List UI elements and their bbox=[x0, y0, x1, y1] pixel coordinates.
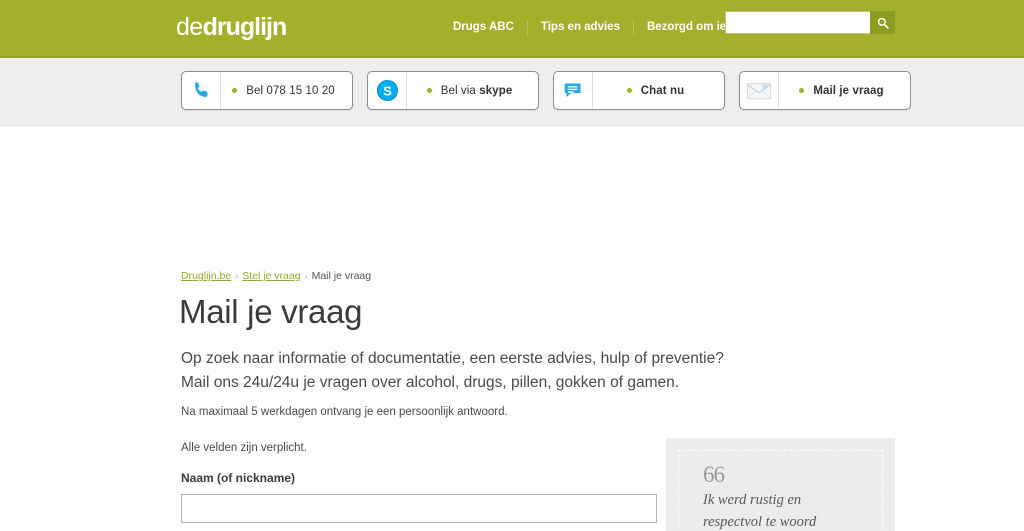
breadcrumb: Druglijn.be › Stel je vraag › Mail je vraag bbox=[181, 270, 371, 282]
logo-prefix: de bbox=[176, 13, 203, 41]
nav-item-tips-en-advies[interactable]: Tips en advies bbox=[528, 19, 633, 35]
mail-question-form: Naam (of nickname) E-mailadres Je anonim… bbox=[181, 471, 657, 531]
field-spacer bbox=[181, 523, 657, 531]
site-logo[interactable]: dedruglijn bbox=[176, 12, 288, 42]
testimonial-box: 66 Ik werd rustig en respectvol te woord… bbox=[666, 438, 895, 531]
contact-button-chat[interactable]: Chat nu bbox=[553, 71, 725, 110]
contact-button-mail[interactable]: Mail je vraag bbox=[739, 71, 911, 110]
contact-button-skype[interactable]: S Bel via skype bbox=[367, 71, 539, 110]
nav-item-drugs-abc[interactable]: Drugs ABC bbox=[440, 19, 527, 35]
contact-label-cell: Chat nu bbox=[593, 85, 724, 97]
phone-icon bbox=[194, 82, 207, 97]
bullet-dot-icon bbox=[799, 88, 805, 93]
bullet-dot-icon bbox=[232, 88, 238, 93]
bullet-dot-icon bbox=[426, 88, 432, 93]
testimonial-text: Ik werd rustig en respectvol te woord ge… bbox=[703, 492, 817, 530]
breadcrumb-item-current: Mail je vraag bbox=[311, 270, 372, 282]
breadcrumb-separator: › bbox=[235, 271, 239, 281]
quote-open-icon: 66 bbox=[703, 462, 725, 487]
chat-icon bbox=[564, 83, 580, 98]
bullet-dot-icon bbox=[626, 88, 632, 93]
envelope-icon bbox=[746, 82, 772, 99]
contact-label-bold: skype bbox=[479, 84, 513, 97]
contact-label-plain: Bel via bbox=[440, 84, 480, 97]
intro-paragraph: Op zoek naar informatie of documentatie,… bbox=[181, 347, 741, 395]
intro-line-2: Mail ons 24u/24u je vragen over alcohol,… bbox=[181, 374, 680, 391]
contact-button-label: Chat nu bbox=[640, 84, 685, 97]
search-submit-button[interactable] bbox=[870, 11, 895, 34]
site-header: dedruglijn Drugs ABC Tips en advies Bezo… bbox=[0, 0, 1024, 58]
field-naam: Naam (of nickname) bbox=[181, 471, 657, 523]
intro-line-1: Op zoek naar informatie of documentatie,… bbox=[181, 350, 724, 367]
search-input[interactable] bbox=[725, 11, 870, 34]
search-icon bbox=[877, 17, 889, 29]
search-form bbox=[725, 11, 895, 34]
contact-buttons-row: Bel 078 15 10 20 S Bel via skype Chat nu… bbox=[181, 71, 911, 110]
contact-button-label: Mail je vraag bbox=[813, 84, 884, 97]
required-fields-note: Alle velden zijn verplicht. bbox=[181, 442, 307, 454]
contact-icon-cell: S bbox=[368, 72, 407, 109]
breadcrumb-item-druglijn[interactable]: Druglijn.be bbox=[181, 270, 231, 282]
page-title: Mail je vraag bbox=[179, 293, 363, 330]
contact-icon-cell bbox=[554, 72, 593, 109]
logo-main: druglijn bbox=[202, 13, 288, 41]
naam-input[interactable] bbox=[181, 494, 657, 523]
skype-icon: S bbox=[376, 79, 398, 102]
contact-label-cell: Mail je vraag bbox=[779, 85, 910, 97]
contact-label-cell: Bel 078 15 10 20 bbox=[221, 85, 352, 97]
contact-button-phone[interactable]: Bel 078 15 10 20 bbox=[181, 71, 353, 110]
contact-label-cell: Bel via skype bbox=[407, 85, 538, 97]
breadcrumb-separator: › bbox=[304, 271, 308, 281]
breadcrumb-item-stel-je-vraag[interactable]: Stel je vraag bbox=[242, 270, 300, 282]
contact-button-label: Bel 078 15 10 20 bbox=[246, 84, 335, 97]
svg-text:S: S bbox=[383, 83, 392, 98]
testimonial-inner: 66 Ik werd rustig en respectvol te woord… bbox=[678, 450, 883, 531]
contact-button-label: Bel via skype bbox=[441, 85, 513, 97]
field-label-naam: Naam (of nickname) bbox=[181, 471, 296, 485]
response-time-note: Na maximaal 5 werkdagen ontvang je een p… bbox=[181, 406, 508, 418]
contact-icon-cell bbox=[182, 72, 221, 109]
contact-icon-cell bbox=[740, 72, 779, 109]
